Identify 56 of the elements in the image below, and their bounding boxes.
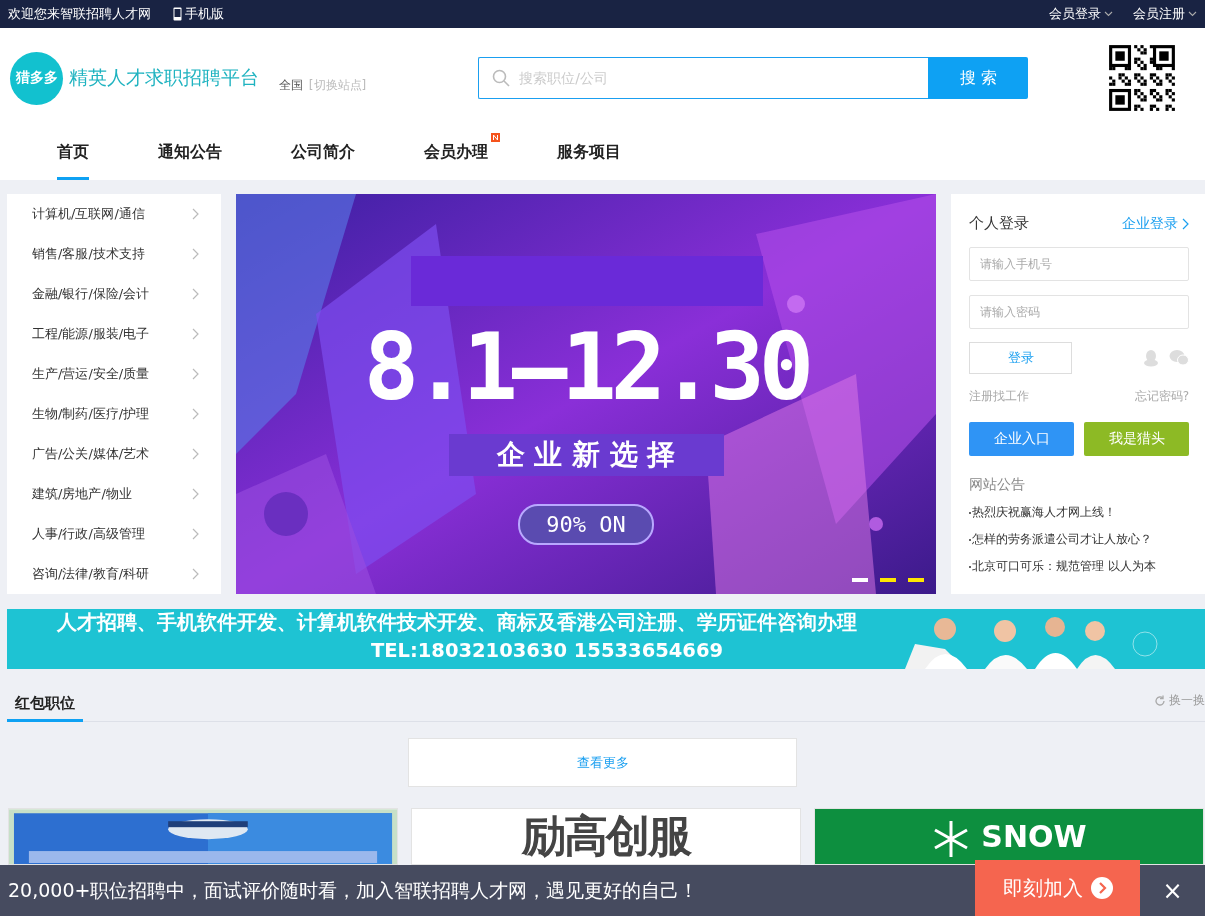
category-link[interactable]: 计算机/互联网/通信 <box>32 205 145 223</box>
notice-link[interactable]: 热烈庆祝赢海人才网上线！ <box>972 504 1116 521</box>
banner-subline: 企 业 新 选 择 <box>448 434 724 476</box>
nav-tab[interactable]: 通知公告 <box>158 128 222 180</box>
category-link[interactable]: 人事/行政/高级管理 <box>32 525 145 543</box>
section-tab[interactable]: 红包职位 <box>7 694 83 722</box>
company-logo-text: 励高创服 <box>522 809 690 863</box>
arrow-circle-icon <box>1090 877 1113 899</box>
nav-tab[interactable]: 首页 <box>57 128 89 180</box>
category-link[interactable]: 生物/制药/医疗/护理 <box>32 405 150 423</box>
category-link[interactable]: 建筑/房地产/物业 <box>32 485 132 503</box>
discount-pill: 90% ON <box>518 504 654 545</box>
chevron-icon <box>192 208 199 220</box>
category-link[interactable]: 金融/银行/保险/会计 <box>32 285 150 303</box>
chevron-icon <box>1182 217 1189 230</box>
nav-tab[interactable]: 会员办理 <box>424 128 488 180</box>
chevron-icon <box>192 568 199 580</box>
chevron-icon <box>192 448 199 460</box>
caret-icon <box>1188 11 1197 17</box>
top-menu-link[interactable]: 会员登录 <box>1049 5 1101 23</box>
caret-icon <box>1104 11 1113 17</box>
notice-link[interactable]: 怎样的劳务派遣公司才让人放心？ <box>972 531 1152 548</box>
chevron-icon <box>192 368 199 380</box>
welcome-text: 欢迎您来智联招聘人才网 <box>8 5 151 23</box>
category-link[interactable]: 销售/客服/技术支持 <box>32 245 145 263</box>
phone-field[interactable]: 请输入手机号 <box>969 247 1189 281</box>
password-field[interactable]: 请输入密码 <box>969 295 1189 329</box>
slogan: 精英人才求职招聘平台 <box>69 65 259 90</box>
phone-icon <box>173 7 182 21</box>
chevron-icon <box>192 408 199 420</box>
chevron-icon <box>192 248 199 260</box>
company-logo-text: SNOW <box>981 819 1087 855</box>
chevron-icon <box>192 488 199 500</box>
notice-link[interactable]: 北京可口可乐：规范管理 以人为本 <box>972 558 1156 575</box>
chevron-icon <box>192 288 199 300</box>
chevron-icon <box>192 528 199 540</box>
category-link[interactable]: 广告/公关/媒体/艺术 <box>32 445 150 463</box>
nav-tab[interactable]: 服务项目 <box>557 128 621 180</box>
promo-text: 20,000+职位招聘中，面试评价随时看，加入智联招聘人才网，遇见更好的自己！ <box>7 877 700 903</box>
ad-headline: 人才招聘、手机软件开发、计算机软件技术开发、商标及香港公司注册、学历证件咨询办理 <box>57 610 857 636</box>
qr-code <box>1107 43 1177 113</box>
refresh-icon <box>1154 694 1166 707</box>
ad-phone: TEL:18032103630 15533654669 <box>369 638 724 664</box>
category-link[interactable]: 咨询/法律/教育/科研 <box>32 565 150 583</box>
mobile-link[interactable]: 手机版 <box>185 5 224 23</box>
nav-tab[interactable]: 公司简介 <box>291 128 355 180</box>
top-menu-link[interactable]: 会员注册 <box>1133 5 1185 23</box>
chat-bubbles-icon[interactable] <box>1169 349 1189 366</box>
city-label: 全国 <box>279 77 303 92</box>
close-button[interactable]: × <box>1140 875 1205 906</box>
notice-title: 网站公告 <box>969 476 1026 494</box>
chevron-icon <box>192 328 199 340</box>
login-title: 个人登录 <box>969 214 1029 233</box>
category-link[interactable]: 生产/营运/安全/质量 <box>32 365 150 383</box>
banner-headline: 8.1—12.30 <box>363 322 809 414</box>
category-link[interactable]: 工程/能源/服装/电子 <box>32 325 150 343</box>
